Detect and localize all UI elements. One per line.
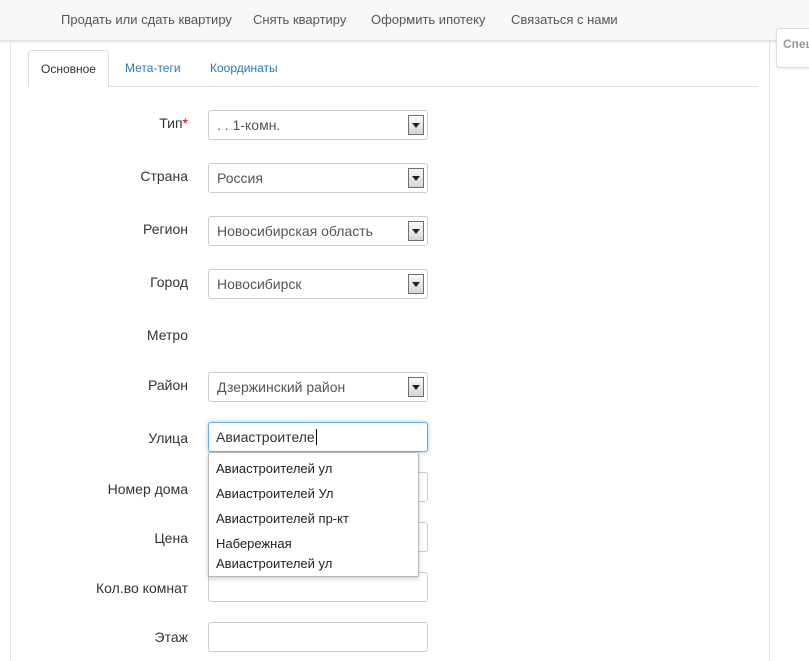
chevron-down-icon[interactable] <box>408 221 424 241</box>
country-select-value: Россия <box>217 170 263 186</box>
side-panel-label: Спец <box>783 37 809 51</box>
chevron-down-icon[interactable] <box>408 377 424 397</box>
floor-label: Этаж <box>154 629 188 645</box>
street-input-value: Авиастроителе <box>216 429 315 445</box>
top-navigation: Продать или сдать квартиру Снять квартир… <box>0 0 809 41</box>
floor-input[interactable] <box>208 622 428 652</box>
text-caret <box>315 429 317 445</box>
street-autocomplete-list: Авиастроителей ул Авиастроителей Ул Авиа… <box>208 452 419 577</box>
price-label: Цена <box>154 530 188 546</box>
street-input[interactable]: Авиастроителе <box>208 422 428 452</box>
region-select-value: Новосибирская область <box>217 223 373 239</box>
content-left-border <box>10 41 11 661</box>
nav-contact-link[interactable]: Связаться с нами <box>511 12 618 27</box>
tab-main[interactable]: Основное <box>28 50 109 87</box>
type-select[interactable]: . . 1-комн. <box>208 110 428 140</box>
type-label: Тип* <box>159 115 188 131</box>
region-select[interactable]: Новосибирская область <box>208 216 428 246</box>
city-select[interactable]: Новосибирск <box>208 269 428 299</box>
content-right-border <box>769 41 770 661</box>
autocomplete-item[interactable]: Авиастроителей Ул <box>216 486 334 502</box>
required-mark: * <box>182 115 188 131</box>
city-select-value: Новосибирск <box>217 276 302 292</box>
tab-meta-tags[interactable]: Мета-теги <box>125 50 181 87</box>
nav-sell-or-rent-link[interactable]: Продать или сдать квартиру <box>61 12 232 27</box>
rooms-count-label: Кол.во комнат <box>96 580 188 596</box>
metro-label: Метро <box>146 327 188 343</box>
country-label: Страна <box>140 168 188 184</box>
autocomplete-item[interactable]: Авиастроителей ул <box>216 556 332 572</box>
side-panel-card[interactable]: Спец <box>776 28 809 68</box>
district-select[interactable]: Дзержинский район <box>208 372 428 402</box>
autocomplete-item[interactable]: Авиастроителей ул <box>216 461 332 477</box>
tab-coordinates[interactable]: Координаты <box>210 50 278 87</box>
region-label: Регион <box>143 221 188 237</box>
district-select-value: Дзержинский район <box>217 379 346 395</box>
chevron-down-icon[interactable] <box>408 115 424 135</box>
city-label: Город <box>150 274 188 290</box>
nav-rent-link[interactable]: Снять квартиру <box>253 12 346 27</box>
district-label: Район <box>148 377 188 393</box>
autocomplete-item[interactable]: Набережная <box>216 536 292 552</box>
nav-mortgage-link[interactable]: Оформить ипотеку <box>371 12 485 27</box>
street-label: Улица <box>148 430 188 446</box>
country-select[interactable]: Россия <box>208 163 428 193</box>
house-number-label: Номер дома <box>107 481 188 497</box>
chevron-down-icon[interactable] <box>408 168 424 188</box>
chevron-down-icon[interactable] <box>408 274 424 294</box>
type-select-value: . . 1-комн. <box>217 117 281 133</box>
autocomplete-item[interactable]: Авиастроителей пр-кт <box>216 511 349 527</box>
